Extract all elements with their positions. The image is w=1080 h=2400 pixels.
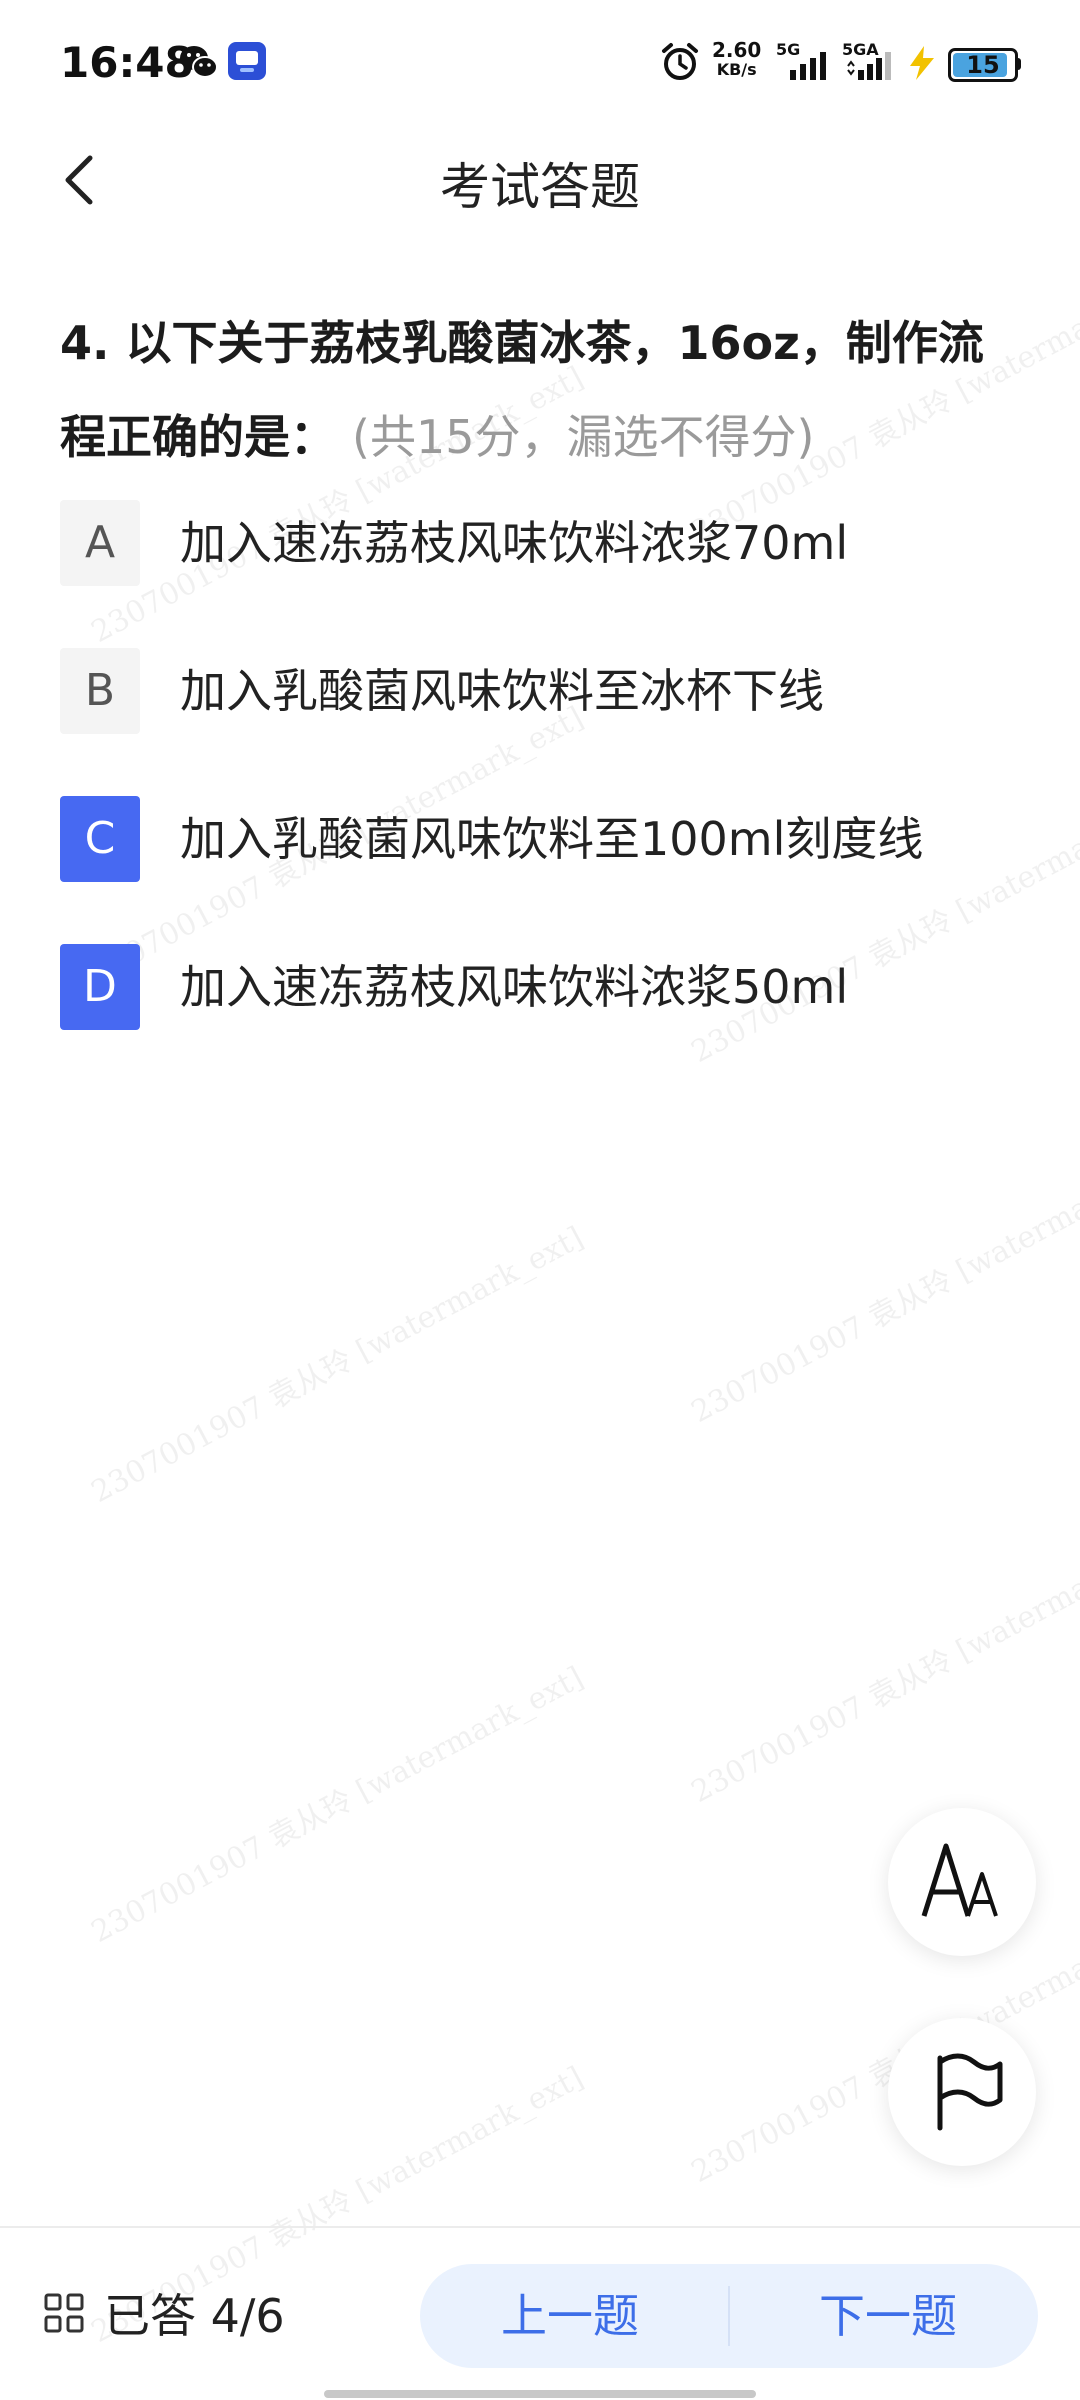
home-indicator[interactable] bbox=[324, 2390, 756, 2398]
status-time: 16:48 bbox=[60, 38, 194, 87]
charging-icon bbox=[910, 46, 934, 80]
option-c[interactable]: C 加入乳酸菌风味饮料至100ml刻度线 bbox=[60, 796, 1020, 944]
watermark: 2307001907 袁从玲 [watermark_ext] bbox=[685, 1140, 1080, 1431]
answer-options: A 加入速冻荔枝风味饮料浓浆70ml B 加入乳酸菌风味饮料至冰杯下线 C 加入… bbox=[60, 500, 1020, 1092]
prev-question-button[interactable]: 上一题 bbox=[420, 2264, 720, 2368]
bottom-divider bbox=[0, 2226, 1080, 2228]
option-text: 加入乳酸菌风味饮料至冰杯下线 bbox=[180, 664, 824, 718]
question-text: 4. 以下关于荔枝乳酸菌冰茶，16oz，制作流程正确的是： (共15分，漏选不得… bbox=[60, 296, 1020, 484]
watermark: 2307001907 袁从玲 [watermark_ext] bbox=[85, 1660, 590, 1951]
option-a[interactable]: A 加入速冻荔枝风味饮料浓浆70ml bbox=[60, 500, 1020, 648]
next-question-button[interactable]: 下一题 bbox=[738, 2264, 1038, 2368]
option-d[interactable]: D 加入速冻荔枝风味饮料浓浆50ml bbox=[60, 944, 1020, 1092]
answer-sheet-button[interactable]: 已答 4/6 bbox=[44, 2278, 285, 2348]
watermark: 2307001907 袁从玲 [watermark_ext] bbox=[685, 1520, 1080, 1811]
network-speed-unit: KB/s bbox=[716, 60, 757, 79]
option-letter: A bbox=[60, 500, 140, 586]
flag-button[interactable] bbox=[888, 2018, 1036, 2166]
option-text: 加入速冻荔枝风味饮料浓浆50ml bbox=[180, 960, 849, 1014]
status-bar: 16:48 2.60 KB/s 5G 5GA 15 bbox=[0, 0, 1080, 125]
network-speed: 2.60 KB/s bbox=[712, 40, 761, 80]
wechat-icon bbox=[180, 46, 218, 78]
option-letter: B bbox=[60, 648, 140, 734]
app-icon bbox=[228, 42, 266, 80]
font-size-button[interactable] bbox=[888, 1808, 1036, 1956]
grid-icon bbox=[44, 2293, 84, 2333]
flag-icon bbox=[937, 2053, 1003, 2131]
nav-separator bbox=[728, 2286, 730, 2346]
option-text: 加入速冻荔枝风味饮料浓浆70ml bbox=[180, 516, 849, 570]
signal-icon bbox=[790, 52, 826, 80]
battery-percent: 15 bbox=[966, 51, 1000, 79]
watermark: 2307001907 袁从玲 [watermark_ext] bbox=[85, 1220, 590, 1511]
app-header: 考试答题 bbox=[0, 125, 1080, 235]
font-size-icon bbox=[921, 1843, 998, 1917]
option-letter-selected: C bbox=[60, 796, 140, 882]
network-speed-value: 2.60 bbox=[712, 38, 762, 62]
option-letter-selected: D bbox=[60, 944, 140, 1030]
answered-count: 已答 4/6 bbox=[104, 2289, 285, 2343]
question-score: (共15分，漏选不得分) bbox=[352, 410, 815, 464]
option-text: 加入乳酸菌风味饮料至100ml刻度线 bbox=[180, 812, 924, 866]
signal-icon bbox=[847, 52, 891, 80]
option-b[interactable]: B 加入乳酸菌风味饮料至冰杯下线 bbox=[60, 648, 1020, 796]
alarm-icon bbox=[662, 43, 698, 80]
exam-screen: 2307001907 袁从玲 [watermark_ext] 230700190… bbox=[0, 0, 1080, 2400]
question-nav: 上一题 下一题 bbox=[420, 2264, 1038, 2368]
page-title: 考试答题 bbox=[440, 158, 640, 216]
